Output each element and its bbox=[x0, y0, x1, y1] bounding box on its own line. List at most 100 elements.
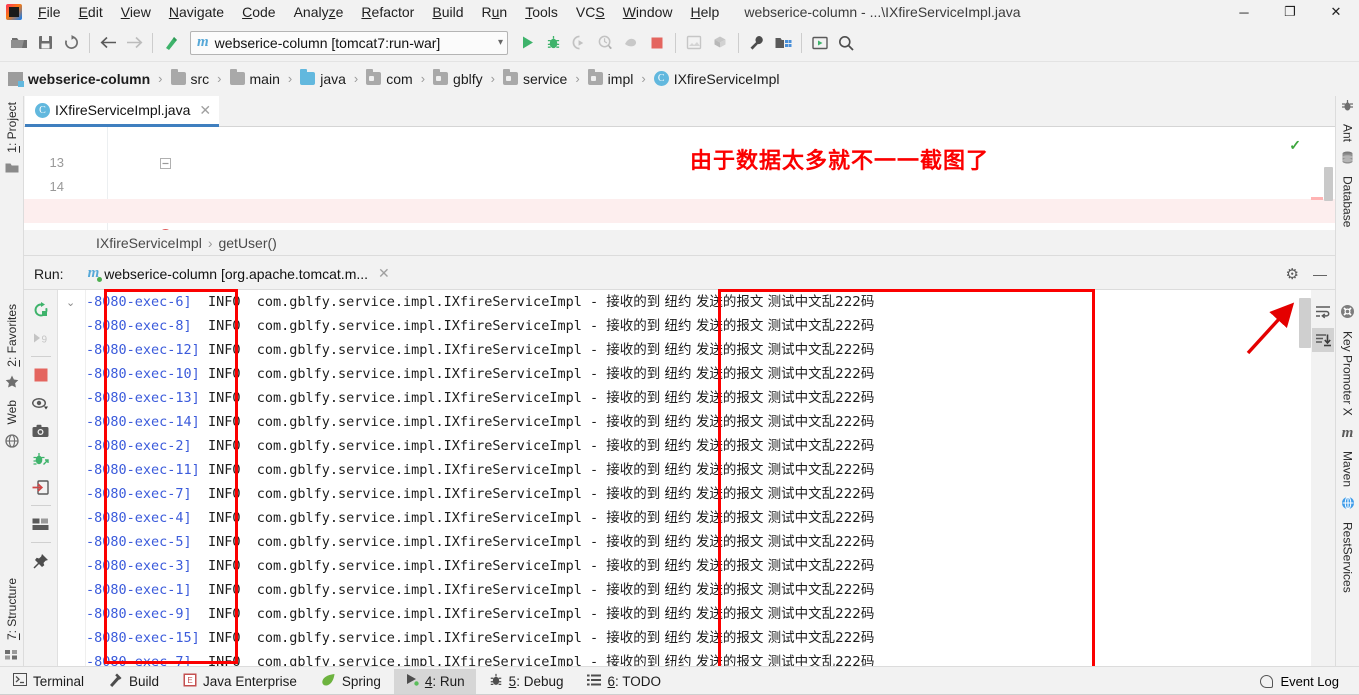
menu-navigate[interactable]: Navigate bbox=[160, 0, 233, 24]
sidebar-item-database[interactable]: Database bbox=[1341, 170, 1355, 233]
breadcrumb-item-src[interactable]: src bbox=[169, 69, 212, 89]
menu-help[interactable]: Help bbox=[682, 0, 729, 24]
method-override-icon[interactable] bbox=[68, 175, 170, 218]
menu-build[interactable]: Build bbox=[423, 0, 472, 24]
editor-tab-ixfireserviceimpl[interactable]: C IXfireServiceImpl.java ✕ bbox=[25, 96, 220, 127]
hide-icon[interactable]: — bbox=[1313, 266, 1327, 282]
debug-icon[interactable] bbox=[540, 30, 566, 56]
statusbar-item-build[interactable]: Build bbox=[97, 669, 170, 694]
log-thread: -8080-exec-10] bbox=[86, 366, 200, 382]
star-icon[interactable] bbox=[5, 372, 19, 394]
maximize-button[interactable]: ❐ bbox=[1267, 0, 1313, 24]
sidebar-item-ant[interactable]: Ant bbox=[1341, 118, 1355, 148]
thread-dump-icon[interactable] bbox=[28, 445, 54, 473]
rest-services-icon[interactable] bbox=[1341, 493, 1355, 516]
key-promoter-icon[interactable] bbox=[1340, 301, 1355, 325]
console-output[interactable]: -8080-exec-6] INFO com.gblfy.service.imp… bbox=[86, 290, 1286, 666]
sync-refresh-icon[interactable] bbox=[58, 30, 84, 56]
sidebar-item-project[interactable]: 11: Project: Project bbox=[5, 96, 19, 159]
console-scrollbar[interactable] bbox=[1299, 290, 1311, 666]
stop-icon[interactable] bbox=[28, 361, 54, 389]
statusbar-item-todo[interactable]: 6: TODO bbox=[576, 669, 672, 694]
event-log-label[interactable]: Event Log bbox=[1280, 674, 1339, 689]
statusbar-item-spring[interactable]: Spring bbox=[310, 669, 392, 694]
soft-wrap-icon[interactable] bbox=[1312, 300, 1334, 324]
console-scrollbar-thumb[interactable] bbox=[1299, 298, 1311, 348]
menu-file[interactable]: File bbox=[29, 0, 70, 24]
menu-analyze[interactable]: Analyze bbox=[285, 0, 353, 24]
todo-list-icon bbox=[587, 674, 602, 689]
menu-vcs[interactable]: VCS bbox=[567, 0, 614, 24]
run-icon[interactable] bbox=[514, 30, 540, 56]
save-all-icon[interactable] bbox=[32, 30, 58, 56]
log-level: INFO bbox=[207, 390, 241, 406]
structure-icon[interactable] bbox=[5, 646, 18, 666]
settings-wrench-icon[interactable] bbox=[744, 30, 770, 56]
menu-refactor[interactable]: Refactor bbox=[352, 0, 423, 24]
sidebar-item-maven[interactable]: Maven bbox=[1341, 445, 1355, 493]
breadcrumb-item-com[interactable]: com bbox=[364, 69, 414, 89]
gear-icon[interactable]: ⚙ bbox=[1286, 265, 1299, 283]
close-button[interactable]: ✕ bbox=[1313, 0, 1359, 24]
code-editor[interactable]: 13 */ 14 @Override 15 public String getU… bbox=[24, 127, 1335, 230]
sidebar-item-favorites[interactable]: 2: Favorites bbox=[5, 298, 19, 373]
statusbar-item-debug[interactable]: 5: Debug bbox=[478, 669, 575, 694]
ant-icon[interactable] bbox=[1341, 96, 1354, 118]
editor-error-stripe-mark[interactable] bbox=[1311, 197, 1323, 200]
chevron-down-icon[interactable]: ⌄ bbox=[66, 296, 85, 309]
close-icon[interactable]: ✕ bbox=[199, 102, 211, 119]
breadcrumb-item-main[interactable]: main bbox=[228, 69, 282, 89]
statusbar-item-run[interactable]: 4: Run bbox=[393, 668, 476, 694]
rerun-icon[interactable] bbox=[28, 296, 54, 324]
menu-run[interactable]: Run bbox=[473, 0, 517, 24]
screenshot-camera-icon[interactable] bbox=[28, 417, 54, 445]
console-fold-column[interactable]: ⌄ bbox=[58, 290, 86, 666]
breadcrumb-item-gblfy[interactable]: gblfy bbox=[431, 69, 485, 89]
menu-view[interactable]: View bbox=[112, 0, 160, 24]
statusbar-item-terminal[interactable]: Terminal bbox=[2, 669, 95, 694]
project-structure-icon[interactable] bbox=[770, 30, 796, 56]
run-configuration-selector[interactable]: m webserice-column [tomcat7:run-war] ▾ bbox=[190, 30, 508, 55]
statusbar-item-java-enterprise[interactable]: E Java Enterprise bbox=[172, 669, 308, 694]
method-breadcrumb-method[interactable]: getUser() bbox=[218, 235, 276, 251]
layout-settings-icon[interactable] bbox=[28, 510, 54, 538]
export-icon[interactable] bbox=[28, 473, 54, 501]
breakpoint-icon[interactable] bbox=[74, 199, 170, 230]
maven-icon[interactable]: m bbox=[1342, 422, 1354, 445]
open-project-icon[interactable] bbox=[6, 30, 32, 56]
menu-window[interactable]: Window bbox=[614, 0, 682, 24]
inspection-ok-icon[interactable]: ✓ bbox=[1289, 137, 1301, 154]
project-folder-icon[interactable] bbox=[5, 159, 19, 180]
fold-end-icon[interactable] bbox=[76, 127, 172, 169]
breadcrumb-item-module[interactable]: webserice-column bbox=[6, 69, 152, 89]
event-log-icon[interactable] bbox=[1260, 674, 1274, 688]
menu-code[interactable]: Code bbox=[233, 0, 284, 24]
navigate-back-icon[interactable] bbox=[95, 30, 121, 56]
sidebar-item-rest-services[interactable]: RestServices bbox=[1341, 516, 1355, 599]
sidebar-item-structure[interactable]: 7: Structure bbox=[5, 572, 19, 646]
scroll-to-end-icon[interactable] bbox=[1312, 328, 1334, 352]
run-console[interactable]: 9 ⌄ -8080-exec-6] INFO com.gblfy.service… bbox=[24, 290, 1335, 666]
sidebar-item-web[interactable]: Web bbox=[5, 394, 19, 430]
run-tab[interactable]: m webserice-column [org.apache.tomcat.m.… bbox=[88, 265, 390, 282]
toggle-bookmark-icon[interactable] bbox=[158, 30, 184, 56]
breadcrumb-item-class[interactable]: C IXfireServiceImpl bbox=[652, 69, 782, 89]
breadcrumb-item-service[interactable]: service bbox=[501, 69, 569, 89]
sidebar-item-key-promoter[interactable]: Key Promoter X bbox=[1341, 325, 1355, 422]
minimize-button[interactable]: ─ bbox=[1221, 0, 1267, 24]
database-icon[interactable] bbox=[1341, 148, 1354, 170]
menu-tools[interactable]: Tools bbox=[516, 0, 567, 24]
chevron-down-icon[interactable]: ▾ bbox=[492, 37, 503, 48]
close-icon[interactable]: ✕ bbox=[378, 265, 390, 282]
breadcrumb-item-java[interactable]: java bbox=[298, 69, 348, 89]
run-anything-icon[interactable] bbox=[807, 30, 833, 56]
search-everywhere-icon[interactable] bbox=[833, 30, 859, 56]
menu-edit[interactable]: Edit bbox=[70, 0, 112, 24]
stop-icon[interactable] bbox=[644, 30, 670, 56]
filter-eye-icon[interactable] bbox=[28, 389, 54, 417]
pin-icon[interactable] bbox=[28, 547, 54, 575]
method-breadcrumb-class[interactable]: IXfireServiceImpl bbox=[96, 235, 202, 251]
globe-icon[interactable] bbox=[4, 431, 19, 454]
editor-scrollbar-thumb[interactable] bbox=[1324, 167, 1333, 201]
breadcrumb-item-impl[interactable]: impl bbox=[586, 69, 636, 89]
